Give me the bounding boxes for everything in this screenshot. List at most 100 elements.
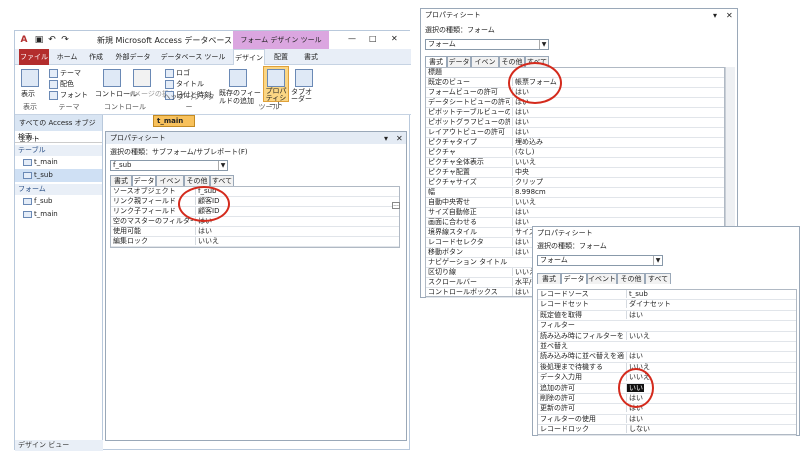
document-tab[interactable]: t_main	[153, 115, 195, 127]
property-row[interactable]: ピクチャ(なし)	[426, 148, 724, 158]
property-row[interactable]: 読み込み時にフィルターを適用いいえ	[538, 332, 796, 342]
tab-order-label[interactable]: タブオーダー	[291, 89, 317, 103]
nav-header[interactable]: すべての Access オブジェクト	[15, 115, 102, 131]
save-icon[interactable]: ▣	[33, 34, 45, 46]
tab-design[interactable]: デザイン	[233, 49, 265, 65]
tab-other[interactable]: その他	[184, 175, 210, 186]
logo-button[interactable]: ロゴ	[165, 68, 190, 78]
property-row[interactable]: レコードセットダイナセット	[538, 300, 796, 310]
property-row[interactable]: 自動中央寄せいいえ	[426, 198, 724, 208]
property-value[interactable]: はい	[512, 128, 724, 136]
property-value[interactable]: はい	[626, 311, 796, 319]
tab-home[interactable]: ホーム	[53, 49, 81, 65]
property-row[interactable]: 読み込み時に並べ替えを適用はい	[538, 352, 796, 362]
property-row[interactable]: 標題	[426, 68, 724, 78]
property-row[interactable]: レコードソースt_sub	[538, 290, 796, 300]
nav-item-t-main[interactable]: t_main	[15, 156, 102, 169]
object-select[interactable]: フォーム▼	[425, 39, 549, 50]
tab-file[interactable]: ファイル	[19, 49, 49, 65]
property-value[interactable]: いいえ	[195, 237, 399, 245]
controls-icon[interactable]	[103, 69, 121, 87]
property-row[interactable]: 幅8.998cm	[426, 188, 724, 198]
property-value[interactable]: はい	[512, 108, 724, 116]
property-value[interactable]: いいえ	[512, 198, 724, 206]
property-value[interactable]: 中央	[512, 168, 724, 176]
property-value[interactable]: はい	[626, 415, 796, 423]
property-row[interactable]: ピクチャ全体表示いいえ	[426, 158, 724, 168]
tab-format[interactable]: 書式	[425, 56, 447, 67]
property-value[interactable]: はい	[512, 118, 724, 126]
property-row[interactable]: ピクチャサイズクリップ	[426, 178, 724, 188]
dropdown-icon[interactable]: ▾	[713, 11, 717, 20]
property-value[interactable]: t_sub	[626, 290, 796, 298]
property-row[interactable]: レイアウトビューの許可はい	[426, 128, 724, 138]
tab-data[interactable]: データ	[447, 56, 471, 67]
undo-icon[interactable]: ↶	[46, 34, 58, 46]
tab-arrange[interactable]: 配置	[267, 49, 295, 65]
property-row[interactable]: ソースオブジェクトf_sub	[111, 187, 399, 197]
property-row[interactable]: フォームビューの許可はい	[426, 88, 724, 98]
close-icon[interactable]: ✕	[396, 134, 403, 143]
property-row[interactable]: ピクチャ配置中央	[426, 168, 724, 178]
property-row[interactable]: ピクチャタイプ埋め込み	[426, 138, 724, 148]
title-button[interactable]: タイトル	[165, 79, 204, 89]
property-value[interactable]: はい	[195, 227, 399, 235]
property-value[interactable]: ダイナセット	[626, 300, 796, 308]
property-row[interactable]: フィルター	[538, 321, 796, 331]
property-row[interactable]: 編集ロックいいえ	[111, 237, 399, 247]
theme-button[interactable]: テーマ	[49, 68, 81, 78]
tab-data[interactable]: データ	[561, 273, 587, 284]
nav-group-tables[interactable]: テーブル	[15, 145, 102, 156]
property-row[interactable]: 更新の許可はい	[538, 404, 796, 414]
property-value[interactable]: はい	[626, 404, 796, 412]
nav-item-t-sub[interactable]: t_sub	[15, 169, 102, 182]
tab-format[interactable]: 書式	[297, 49, 325, 65]
property-value[interactable]: はい	[512, 208, 724, 216]
property-value[interactable]: はい	[626, 352, 796, 360]
property-row[interactable]: 追加の許可いいえ	[538, 384, 796, 394]
tab-event[interactable]: イベント	[471, 56, 499, 67]
property-value[interactable]: (なし)	[512, 148, 724, 156]
add-existing-fields-icon[interactable]	[229, 69, 247, 87]
close-button[interactable]: ✕	[391, 34, 398, 43]
property-row[interactable]: データ入力用いいえ	[538, 373, 796, 383]
property-value[interactable]: しない	[626, 425, 796, 433]
tab-all[interactable]: すべて	[645, 273, 671, 284]
nav-group-forms[interactable]: フォーム	[15, 184, 102, 195]
property-row[interactable]: ピボットグラフビューの許可はい	[426, 118, 724, 128]
property-row[interactable]: ピボットテーブルビューの許可はい	[426, 108, 724, 118]
property-row[interactable]: 空のマスターのフィルターはい	[111, 217, 399, 227]
property-row[interactable]: レコードロックしない	[538, 425, 796, 435]
nav-search-input[interactable]: 検索...	[15, 131, 102, 143]
redo-icon[interactable]: ↷	[59, 34, 71, 46]
property-row[interactable]: フィルターの使用はい	[538, 415, 796, 425]
property-row[interactable]: 後処理まで待機するいいえ	[538, 363, 796, 373]
tab-order-icon[interactable]	[295, 69, 313, 87]
property-row[interactable]: データシートビューの許可はい	[426, 98, 724, 108]
tab-format[interactable]: 書式	[110, 175, 132, 186]
tab-all[interactable]: すべて	[210, 175, 234, 186]
tab-other[interactable]: その他	[617, 273, 645, 284]
tab-database-tools[interactable]: データベース ツール	[155, 49, 231, 65]
property-value[interactable]: クリップ	[512, 178, 724, 186]
colors-button[interactable]: 配色	[49, 79, 74, 89]
nav-item-f-sub[interactable]: f_sub	[15, 195, 102, 208]
property-row[interactable]: 並べ替え	[538, 342, 796, 352]
property-value[interactable]: はい	[195, 217, 399, 225]
property-row[interactable]: サイズ自動修正はい	[426, 208, 724, 218]
property-value[interactable]: 埋め込み	[512, 138, 724, 146]
tab-event[interactable]: イベント	[587, 273, 617, 284]
tab-create[interactable]: 作成	[83, 49, 109, 65]
builder-button[interactable]: ...	[392, 202, 400, 209]
property-value[interactable]: いいえ	[626, 332, 796, 340]
property-value[interactable]: いいえ	[512, 158, 724, 166]
property-row[interactable]: 既定のビュー帳票フォーム	[426, 78, 724, 88]
tab-format[interactable]: 書式	[537, 273, 561, 284]
fonts-button[interactable]: フォント	[49, 90, 88, 100]
tab-event[interactable]: イベント	[156, 175, 184, 186]
maximize-button[interactable]: □	[369, 34, 377, 43]
tab-data[interactable]: データ	[132, 175, 156, 186]
view-button-label[interactable]: 表示	[21, 89, 35, 99]
property-row[interactable]: 使用可能はい	[111, 227, 399, 237]
property-value[interactable]: いいえ	[626, 363, 796, 371]
